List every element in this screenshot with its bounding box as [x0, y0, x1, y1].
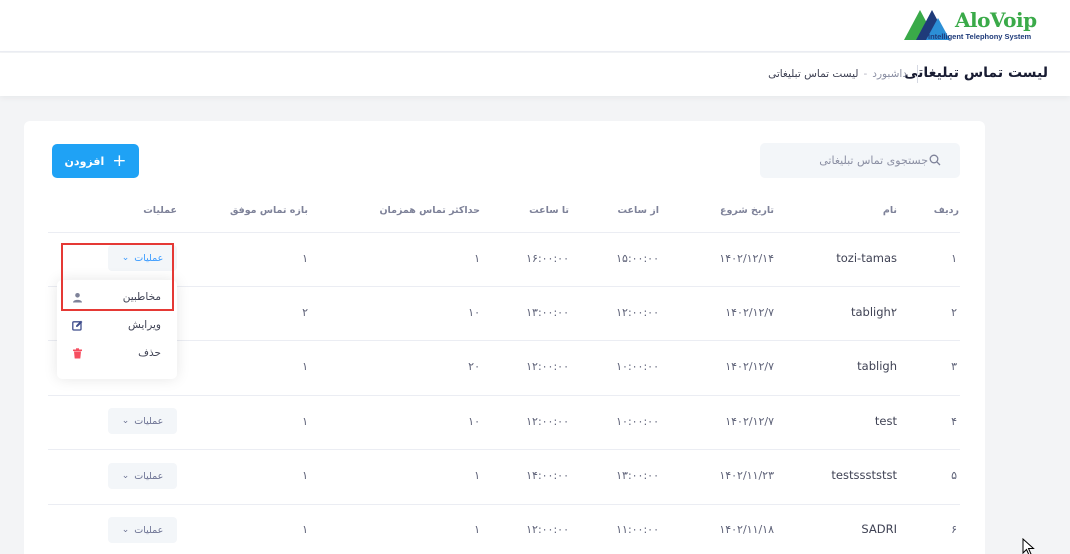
row-to-time: ۱۳:۰۰:۰۰ [526, 306, 569, 319]
column-header-success-interval[interactable]: بازه تماس موفق [230, 205, 308, 216]
trash-icon [73, 347, 82, 358]
chevron-down-icon: ⌄ [121, 253, 130, 263]
row-max-concurrent: ۱ [474, 252, 480, 265]
row-to-time: ۱۲:۰۰:۰۰ [526, 523, 569, 536]
row-name: tozi-tamas [836, 251, 897, 265]
row-divider [48, 504, 960, 505]
chevron-down-icon: ⌄ [121, 416, 130, 426]
row-from-time: ۱۱:۰۰:۰۰ [616, 523, 659, 536]
row-name: test [874, 414, 897, 428]
row-start-date: ۱۴۰۲/۱۲/۷ [725, 360, 774, 373]
row-index: ۴ [951, 415, 957, 428]
breadcrumb-home[interactable]: داشبورد [872, 68, 907, 80]
row-max-concurrent: ۱۰ [468, 415, 480, 428]
operations-label: عملیات [134, 415, 164, 427]
row-from-time: ۱۳:۰۰:۰۰ [616, 469, 659, 482]
page-title: لیست تماس تبلیغاتی [904, 65, 1048, 81]
title-divider [917, 65, 918, 83]
breadcrumb-separator: - [863, 68, 868, 80]
column-header-index[interactable]: ردیف [934, 205, 959, 216]
plus-icon: + [112, 150, 127, 171]
row-to-time: ۱۲:۰۰:۰۰ [526, 415, 569, 428]
page-subheader: لیست تماس تبلیغاتی داشبورد-لیست تماس تبل… [0, 53, 1070, 96]
row-success-interval: ۱ [302, 360, 308, 373]
operations-label: عملیات [134, 470, 164, 482]
row-success-interval: ۱ [302, 415, 308, 428]
column-header-start-date[interactable]: تاریخ شروع [720, 205, 774, 216]
menu-item-label: ویرایش [127, 319, 161, 331]
row-divider [48, 395, 960, 396]
header-divider [48, 232, 960, 233]
user-icon [73, 292, 82, 302]
menu-item-edit[interactable]: ویرایش [57, 312, 177, 338]
row-success-interval: ۲ [302, 306, 308, 319]
operations-button[interactable]: عملیات ⌄ [108, 408, 177, 434]
chevron-down-icon: ⌄ [121, 471, 130, 481]
breadcrumb-current: لیست تماس تبلیغاتی [768, 68, 859, 80]
column-header-max-concurrent[interactable]: حداکثر تماس همزمان [379, 205, 480, 216]
operations-button[interactable]: عملیات ⌄ [108, 463, 177, 489]
row-from-time: ۱۰:۰۰:۰۰ [616, 360, 659, 373]
column-header-operations: عملیات [143, 205, 177, 216]
add-button-label: افزودن [64, 154, 105, 168]
operations-label: عملیات [134, 524, 164, 536]
row-success-interval: ۱ [302, 469, 308, 482]
row-divider [48, 340, 960, 341]
operations-button[interactable]: عملیات ⌄ [108, 517, 177, 543]
column-header-to[interactable]: تا ساعت [529, 205, 569, 216]
row-divider [48, 286, 960, 287]
menu-item-label: حذف [138, 347, 161, 359]
row-name: tabligh [857, 359, 897, 373]
row-start-date: ۱۴۰۲/۱۲/۷ [725, 415, 774, 428]
row-start-date: ۱۴۰۲/۱۱/۱۸ [719, 523, 774, 536]
row-index: ۵ [951, 469, 957, 482]
row-divider [48, 449, 960, 450]
row-from-time: ۱۵:۰۰:۰۰ [616, 252, 659, 265]
menu-item-delete[interactable]: حذف [57, 340, 177, 366]
row-start-date: ۱۴۰۲/۱۲/۱۴ [719, 252, 774, 265]
row-start-date: ۱۴۰۲/۱۲/۷ [725, 306, 774, 319]
row-index: ۳ [951, 360, 957, 373]
chevron-down-icon: ⌄ [121, 525, 130, 535]
row-index: ۱ [951, 252, 957, 265]
column-header-name[interactable]: نام [883, 205, 897, 216]
brand-name: AloVoip [955, 8, 1037, 32]
row-from-time: ۱۰:۰۰:۰۰ [616, 415, 659, 428]
row-max-concurrent: ۲۰ [468, 360, 480, 373]
row-to-time: ۱۴:۰۰:۰۰ [526, 469, 569, 482]
row-index: ۶ [951, 523, 957, 536]
row-name: tabligh۲ [850, 305, 897, 319]
search-icon [929, 154, 941, 166]
add-button[interactable]: + افزودن [52, 144, 139, 178]
row-name: testssststst [831, 468, 897, 482]
row-max-concurrent: ۱ [474, 523, 480, 536]
row-to-time: ۱۲:۰۰:۰۰ [526, 360, 569, 373]
row-max-concurrent: ۱۰ [468, 306, 480, 319]
operations-dropdown-menu: مخاطبین ویرایش حذف [57, 280, 177, 379]
operations-label: عملیات [134, 252, 164, 264]
operations-button[interactable]: عملیات ⌄ [108, 245, 177, 271]
brand-tagline: Intelligent Telephony System [928, 32, 1032, 41]
row-to-time: ۱۶:۰۰:۰۰ [526, 252, 569, 265]
menu-item-contacts[interactable]: مخاطبین [57, 284, 177, 310]
mouse-cursor-icon [1022, 538, 1035, 554]
top-bar: AloVoip Intelligent Telephony System [0, 0, 1070, 52]
row-from-time: ۱۲:۰۰:۰۰ [616, 306, 659, 319]
breadcrumb: داشبورد-لیست تماس تبلیغاتی [768, 68, 907, 80]
row-name: SADRI [861, 522, 897, 536]
row-start-date: ۱۴۰۲/۱۱/۲۳ [719, 469, 774, 482]
column-header-from[interactable]: از ساعت [618, 205, 660, 216]
row-success-interval: ۱ [302, 252, 308, 265]
row-success-interval: ۱ [302, 523, 308, 536]
row-max-concurrent: ۱ [474, 469, 480, 482]
row-index: ۲ [951, 306, 957, 319]
menu-item-label: مخاطبین [122, 291, 161, 303]
edit-icon [72, 320, 83, 331]
